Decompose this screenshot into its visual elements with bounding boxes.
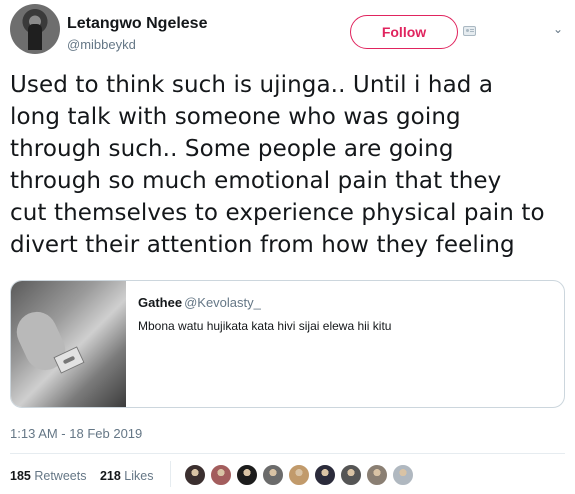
retweets-label[interactable]: Retweets xyxy=(34,469,86,483)
quoted-author-handle: @Kevolasty_ xyxy=(184,295,261,310)
liker-avatar[interactable] xyxy=(235,463,259,487)
tweet-timestamp[interactable]: 1:13 AM - 18 Feb 2019 xyxy=(10,426,142,441)
tweet-text: Used to think such is ujinga.. Until i h… xyxy=(10,69,565,261)
tweet-line: through so much emotional pain that they xyxy=(10,168,502,194)
tweet-stats: 185 Retweets 218 Likes xyxy=(10,469,153,483)
stats-divider xyxy=(170,461,171,487)
tweet-header: Letangwo Ngelese @mibbeykd Follow ⌄ xyxy=(10,4,565,56)
liker-avatar[interactable] xyxy=(365,463,389,487)
liker-avatar[interactable] xyxy=(183,463,207,487)
author-name[interactable]: Letangwo Ngelese xyxy=(67,15,207,33)
divider xyxy=(10,453,565,454)
liker-avatar[interactable] xyxy=(209,463,233,487)
follow-button[interactable]: Follow xyxy=(350,15,458,49)
author-handle[interactable]: @mibbeykd xyxy=(67,37,136,52)
follow-card-icon xyxy=(463,26,476,36)
quoted-tweet-image xyxy=(11,281,126,407)
likes-count[interactable]: 218 xyxy=(100,469,121,483)
tweet-line: cut themselves to experience physical pa… xyxy=(10,200,545,226)
retweets-count[interactable]: 185 xyxy=(10,469,31,483)
tweet-line: long talk with someone who was going xyxy=(10,104,461,130)
quoted-tweet-text: Mbona watu hujikata kata hivi sijai elew… xyxy=(138,319,392,333)
liker-avatar[interactable] xyxy=(339,463,363,487)
liker-avatar[interactable] xyxy=(391,463,415,487)
liker-avatar[interactable] xyxy=(313,463,337,487)
liker-avatar[interactable] xyxy=(261,463,285,487)
author-avatar[interactable] xyxy=(10,4,60,54)
liker-avatar[interactable] xyxy=(287,463,311,487)
tweet-line: through such.. Some people are going xyxy=(10,136,454,162)
likes-label[interactable]: Likes xyxy=(124,469,153,483)
chevron-down-icon[interactable]: ⌄ xyxy=(551,22,565,36)
quoted-author: Gathee @Kevolasty_ xyxy=(138,295,261,310)
tweet-line: divert their attention from how they fee… xyxy=(10,232,515,258)
quoted-tweet[interactable]: Gathee @Kevolasty_ Mbona watu hujikata ka… xyxy=(10,280,565,408)
tweet-line: Used to think such is ujinga.. Until i h… xyxy=(10,72,494,98)
quoted-author-name: Gathee xyxy=(138,295,183,310)
